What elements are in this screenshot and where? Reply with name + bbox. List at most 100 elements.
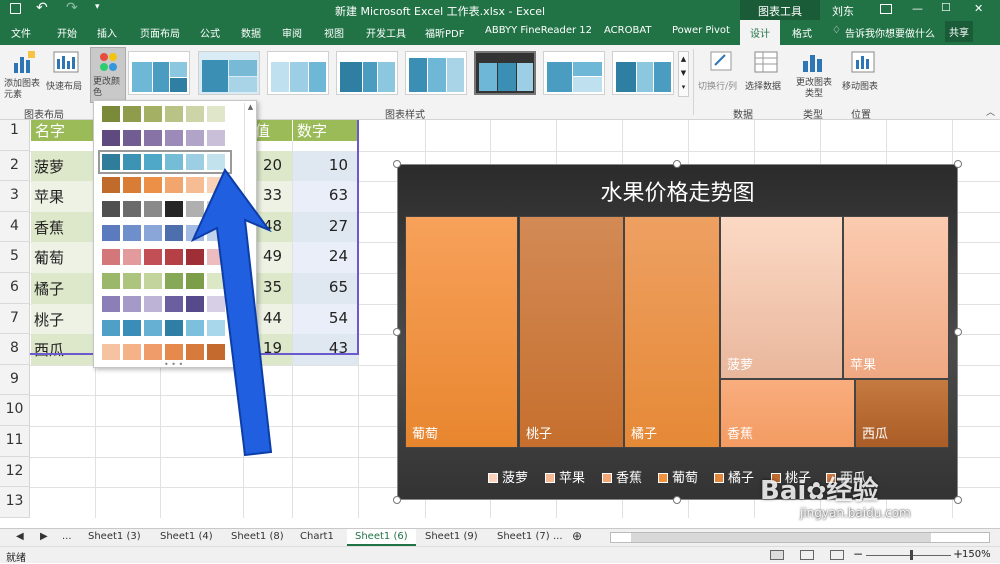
page-layout-view-icon[interactable] [800, 550, 814, 560]
move-chart-button[interactable]: 移动图表 [840, 49, 886, 99]
treemap-tile[interactable]: 橘子 [624, 216, 720, 448]
row-header[interactable]: 10 [0, 395, 30, 426]
chart-style-3[interactable] [267, 51, 329, 95]
tab-acrobat[interactable]: ACROBAT [604, 25, 652, 36]
legend-entry[interactable]: 葡萄 [658, 467, 698, 486]
chart-title[interactable]: 水果价格走势图 [398, 175, 957, 207]
chart-resize-handle[interactable] [673, 496, 681, 504]
chart-resize-handle[interactable] [393, 496, 401, 504]
tab-insert[interactable]: 插入 [97, 25, 117, 40]
save-icon[interactable] [10, 3, 21, 14]
share-button[interactable]: 共享 [945, 21, 973, 42]
chart-resize-handle[interactable] [954, 496, 962, 504]
tab-view[interactable]: 视图 [324, 25, 344, 40]
row-header[interactable]: 8 [0, 334, 30, 365]
row-header[interactable]: 4 [0, 212, 30, 242]
quick-layout-button[interactable]: 快速布局 [46, 49, 86, 104]
minimize-button[interactable]: — [912, 2, 923, 15]
prev-sheet-icon[interactable]: ◀ [16, 531, 24, 542]
sheet-tab[interactable]: Chart1 [300, 531, 334, 542]
zoom-out-icon[interactable]: − [853, 547, 863, 561]
collapse-ribbon-icon[interactable]: ︿ [986, 105, 995, 118]
horizontal-scrollbar[interactable] [610, 532, 990, 543]
treemap-tile[interactable]: 苹果 [843, 216, 949, 379]
legend-entry[interactable]: 橘子 [714, 467, 754, 486]
chart-style-5[interactable] [405, 51, 467, 95]
tab-design[interactable]: 设计 [740, 20, 780, 45]
sheet-tab[interactable]: Sheet1 (6) [347, 529, 416, 546]
legend-entry[interactable]: 香蕉 [602, 467, 642, 486]
change-chart-type-button[interactable]: 更改图表类型 [792, 49, 834, 101]
treemap-tile[interactable]: 桃子 [519, 216, 624, 448]
chart-resize-handle[interactable] [954, 160, 962, 168]
next-sheet-icon[interactable]: ▶ [40, 531, 48, 542]
row-header[interactable]: 5 [0, 242, 30, 273]
page-break-view-icon[interactable] [830, 550, 844, 560]
tab-page-layout[interactable]: 页面布局 [140, 25, 180, 40]
tab-home[interactable]: 开始 [57, 25, 77, 40]
tell-me-input[interactable]: 告诉我你想要做什么 [845, 25, 935, 40]
sheet-tab[interactable]: Sheet1 (9) [425, 531, 478, 542]
chart-resize-handle[interactable] [393, 160, 401, 168]
user-name[interactable]: 刘东 [832, 3, 854, 19]
zoom-level[interactable]: 150% [962, 549, 991, 560]
row-header[interactable]: 6 [0, 273, 30, 304]
row-header[interactable]: 3 [0, 181, 30, 212]
tab-format[interactable]: 格式 [792, 25, 812, 40]
sheet-tab[interactable]: Sheet1 (4) [160, 531, 213, 542]
tab-file[interactable]: 文件 [11, 25, 31, 40]
treemap-tile[interactable]: 菠萝 [720, 216, 843, 379]
switch-row-column-button[interactable]: 切换行/列 [698, 49, 744, 99]
tab-developer[interactable]: 开发工具 [366, 25, 406, 40]
tab-data[interactable]: 数据 [241, 25, 261, 40]
treemap-tile[interactable]: 葡萄 [405, 216, 518, 448]
add-chart-element-button[interactable]: 添加图表元素 [4, 49, 44, 104]
chart-style-7[interactable] [543, 51, 605, 95]
sheet-tab[interactable]: Sheet1 (8) [231, 531, 284, 542]
tab-formulas[interactable]: 公式 [200, 25, 220, 40]
row-header[interactable]: 11 [0, 426, 30, 457]
change-colors-button[interactable]: 更改颜色 [90, 47, 126, 103]
zoom-slider-thumb[interactable] [910, 550, 913, 560]
zoom-slider[interactable] [866, 555, 951, 556]
sheet-tab[interactable]: Sheet1 (3) [88, 531, 141, 542]
palette-resize-grip[interactable]: • • • [164, 360, 183, 369]
tab-foxit-pdf[interactable]: 福昕PDF [425, 25, 464, 40]
new-sheet-icon[interactable]: ⊕ [572, 529, 582, 543]
tab-abbyy[interactable]: ABBYY FineReader 12 [485, 25, 592, 36]
chart-style-1[interactable] [128, 51, 190, 95]
chart-resize-handle[interactable] [954, 328, 962, 336]
close-button[interactable]: ✕ [974, 2, 983, 15]
row-header[interactable]: 2 [0, 151, 30, 181]
undo-icon[interactable]: ↶ [36, 0, 48, 16]
chart-resize-handle[interactable] [393, 328, 401, 336]
redo-icon[interactable]: ↷ [66, 0, 78, 16]
chart-style-8[interactable] [612, 51, 674, 95]
qat-dropdown-icon[interactable]: ▾ [95, 2, 100, 12]
tab-power-pivot[interactable]: Power Pivot [672, 25, 730, 36]
chart-style-6-selected[interactable] [474, 51, 536, 95]
color-palette-option[interactable] [102, 129, 228, 146]
maximize-button[interactable]: ☐ [941, 1, 951, 14]
chart-style-2[interactable] [198, 51, 260, 95]
legend-entry[interactable]: 苹果 [545, 467, 585, 486]
sheet-tab[interactable]: ... [62, 531, 72, 542]
styles-gallery-scroll[interactable]: ▲ ▼ ▾ [678, 51, 689, 97]
sheet-tab[interactable]: Sheet1 (7) [497, 531, 550, 542]
row-header[interactable]: 9 [0, 365, 30, 395]
tab-review[interactable]: 审阅 [282, 25, 302, 40]
treemap-tile[interactable]: 香蕉 [720, 379, 855, 448]
row-header[interactable]: 7 [0, 304, 30, 334]
sheet-tab[interactable]: ... [553, 531, 563, 542]
row-header[interactable]: 1 [0, 120, 30, 151]
treemap-chart[interactable]: 水果价格走势图 葡萄 桃子 橘子 菠萝 苹果 香蕉 西瓜 菠萝 苹果 香蕉 葡萄 橘子 桃子 西瓜 [397, 164, 958, 500]
treemap-tile[interactable]: 西瓜 [855, 379, 949, 448]
ribbon-display-icon[interactable] [880, 4, 892, 14]
row-header[interactable]: 13 [0, 487, 30, 518]
select-data-button[interactable]: 选择数据 [745, 49, 787, 99]
color-palette-option[interactable] [102, 106, 228, 122]
normal-view-icon[interactable] [770, 550, 784, 560]
legend-entry[interactable]: 菠萝 [488, 467, 528, 486]
row-header[interactable]: 12 [0, 457, 30, 487]
chart-resize-handle[interactable] [673, 160, 681, 168]
